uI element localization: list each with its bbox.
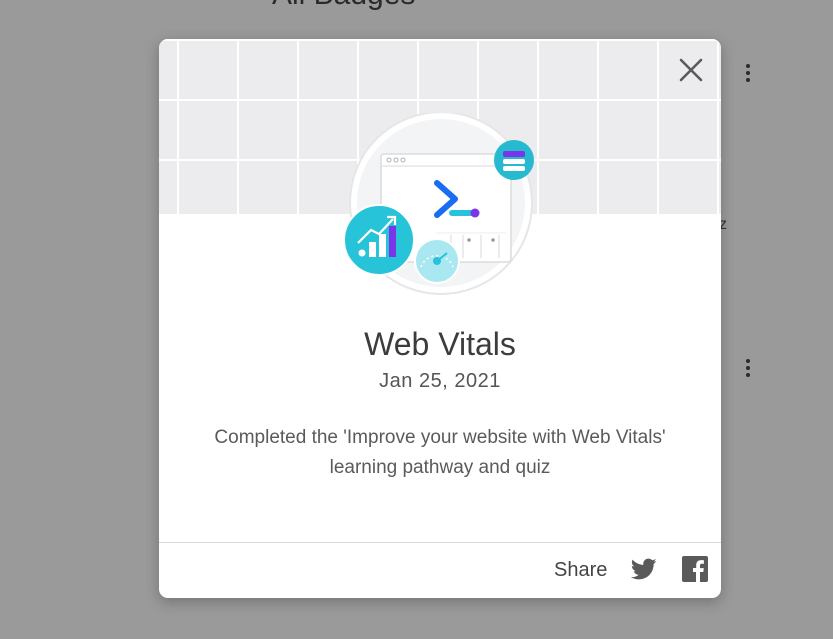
web-vitals-badge-icon xyxy=(341,111,541,313)
share-label: Share xyxy=(554,559,608,581)
facebook-icon[interactable] xyxy=(682,556,708,582)
page-heading: All Badges xyxy=(272,0,415,12)
more-vert-icon[interactable] xyxy=(743,64,753,82)
badge-title: Web Vitals xyxy=(364,326,516,362)
twitter-icon[interactable] xyxy=(630,556,658,582)
more-vert-icon[interactable] xyxy=(743,359,753,377)
badge-dialog: Web Vitals Jan 25, 2021 Completed the 'I… xyxy=(159,39,721,598)
footer-divider xyxy=(159,542,721,543)
close-icon[interactable] xyxy=(676,55,706,85)
badge-date: Jan 25, 2021 xyxy=(379,370,501,392)
badge-description: Completed the 'Improve your website with… xyxy=(214,427,666,478)
